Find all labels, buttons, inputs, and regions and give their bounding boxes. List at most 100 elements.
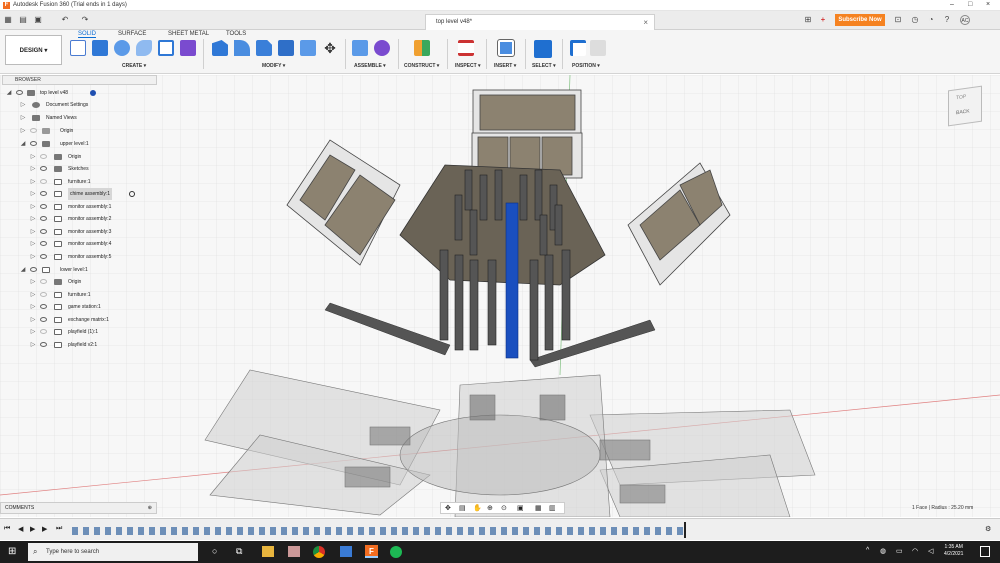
activate-component-icon[interactable] [129,191,135,197]
close-tab-icon[interactable]: × [643,18,648,27]
tree-item-exchange-matrix[interactable]: ▷ exchange matrix:1 [2,314,157,326]
tree-item-furniture[interactable]: ▷ furniture:1 [2,176,157,188]
expand-icon[interactable]: ▷ [20,125,26,137]
expand-icon[interactable]: ▷ [30,188,36,200]
tree-item-origin[interactable]: ▷ Origin [2,125,157,137]
timeline-marker[interactable] [684,522,686,538]
add-comment-icon[interactable]: ⊕ [148,503,152,514]
tab-solid[interactable]: SOLID [78,31,97,38]
volume-icon[interactable]: ◁ [928,547,933,555]
chamfer-icon[interactable] [256,40,272,56]
new-tab-icon[interactable]: ⊞ [803,15,813,25]
notification-center-icon[interactable] [980,546,990,557]
group-modify-label[interactable]: MODIFY ▾ [262,63,285,69]
visibility-icon[interactable] [40,317,47,322]
job-status-icon[interactable]: ◷ [910,15,920,25]
visibility-icon[interactable] [30,141,37,146]
tab-tools[interactable]: TOOLS [226,31,246,37]
step-forward-icon[interactable]: ▶ [42,525,47,533]
expand-icon[interactable]: ▷ [30,339,36,351]
cortana-icon[interactable]: ○ [212,546,217,556]
selected-chime-tube[interactable] [505,202,519,359]
press-pull-icon[interactable] [212,40,228,56]
expand-icon[interactable]: ▷ [30,326,36,338]
collapse-icon[interactable]: ◢ [20,264,26,276]
expand-icon[interactable]: ▷ [30,163,36,175]
visibility-icon[interactable] [40,229,47,234]
insert-image-icon[interactable] [497,39,515,57]
combine-icon[interactable] [300,40,316,56]
user-avatar[interactable]: AC [960,15,970,25]
tab-surface[interactable]: SURFACE [118,31,146,37]
document-tab[interactable]: top level v48* × [425,14,655,30]
grid-settings-icon[interactable]: ▦ [535,504,542,512]
revert-position-icon[interactable] [590,40,606,56]
expand-icon[interactable]: ▷ [30,301,36,313]
tree-item-sketches[interactable]: ▷ Sketches [2,163,157,175]
expand-icon[interactable]: ▷ [30,276,36,288]
visibility-icon[interactable] [40,204,47,209]
app-icon[interactable] [288,546,300,557]
fit-icon[interactable]: ⊙ [501,504,507,512]
group-insert-label[interactable]: INSERT ▾ [494,63,516,69]
tree-item-root[interactable]: ◢ top level v48 [2,87,157,99]
select-icon[interactable] [534,40,552,58]
tab-sheet-metal[interactable]: SHEET METAL [168,31,209,37]
offset-plane-icon[interactable] [414,40,430,56]
tree-item-upper-level[interactable]: ◢ upper level:1 [2,138,157,150]
notifications-icon[interactable]: ◔ [926,15,936,25]
tree-item-origin[interactable]: ▷ Origin [2,276,157,288]
task-view-icon[interactable]: ⧉ [236,546,242,557]
visibility-icon[interactable] [40,329,47,334]
wifi-icon[interactable]: ◠ [912,547,918,555]
expand-icon[interactable]: ▷ [30,213,36,225]
tree-item-chime-assembly[interactable]: ▷ chime assembly:1 [2,188,157,200]
shell-icon[interactable] [278,40,294,56]
group-select-label[interactable]: SELECT ▾ [532,63,556,69]
visibility-icon[interactable] [16,90,23,95]
add-tab-icon[interactable]: + [818,15,828,25]
tree-item-lower-level[interactable]: ◢ lower level:1 [2,264,157,276]
minimize-icon[interactable]: – [950,1,954,8]
subscribe-button[interactable]: Subscribe Now [835,14,885,26]
tree-item-monitor-assembly-3[interactable]: ▷ monitor assembly:3 [2,226,157,238]
measure-icon[interactable] [458,40,474,56]
visibility-icon[interactable] [40,254,47,259]
extensions-icon[interactable]: ⊡ [893,15,903,25]
tree-item-monitor-assembly-2[interactable]: ▷ monitor assembly:2 [2,213,157,225]
network-icon[interactable]: ◍ [880,547,886,555]
display-settings-icon[interactable]: ▣ [517,504,524,512]
group-inspect-label[interactable]: INSPECT ▾ [455,63,481,69]
fusion-taskbar-icon[interactable]: F [365,545,378,558]
expand-icon[interactable]: ▷ [30,201,36,213]
move-icon[interactable]: ✥ [322,40,338,56]
extrude-icon[interactable] [92,40,108,56]
step-back-icon[interactable]: ◀ [18,525,23,533]
expand-icon[interactable]: ▷ [30,314,36,326]
close-icon[interactable]: × [986,1,990,8]
expand-icon[interactable]: ▷ [20,99,26,111]
capture-position-icon[interactable] [570,40,586,56]
expand-icon[interactable]: ▷ [30,238,36,250]
visibility-icon[interactable] [40,216,47,221]
new-sketch-icon[interactable] [70,40,86,56]
hole-icon[interactable] [158,40,174,56]
maximize-icon[interactable]: □ [968,1,972,8]
view-cube-back-face[interactable]: BACK [956,108,970,116]
visibility-icon[interactable] [40,279,47,284]
group-position-label[interactable]: POSITION ▾ [572,63,600,69]
comments-panel[interactable]: COMMENTS ⊕ [0,502,157,514]
visibility-icon[interactable] [40,179,47,184]
chrome-icon[interactable] [313,546,325,558]
collapse-icon[interactable]: ◢ [20,138,26,150]
joint-icon[interactable] [374,40,390,56]
tray-overflow-icon[interactable]: ^ [866,547,869,554]
visibility-icon[interactable] [30,267,37,272]
group-construct-label[interactable]: CONSTRUCT ▾ [404,63,439,69]
collapse-icon[interactable]: ◢ [6,87,12,99]
view-cube-top-face[interactable]: TOP [956,94,966,101]
tree-item-monitor-assembly-1[interactable]: ▷ monitor assembly:1 [2,201,157,213]
visibility-icon[interactable] [40,191,47,196]
timeline-settings-icon[interactable]: ⚙ [985,525,991,533]
go-to-end-icon[interactable]: ⏭ [56,525,62,533]
